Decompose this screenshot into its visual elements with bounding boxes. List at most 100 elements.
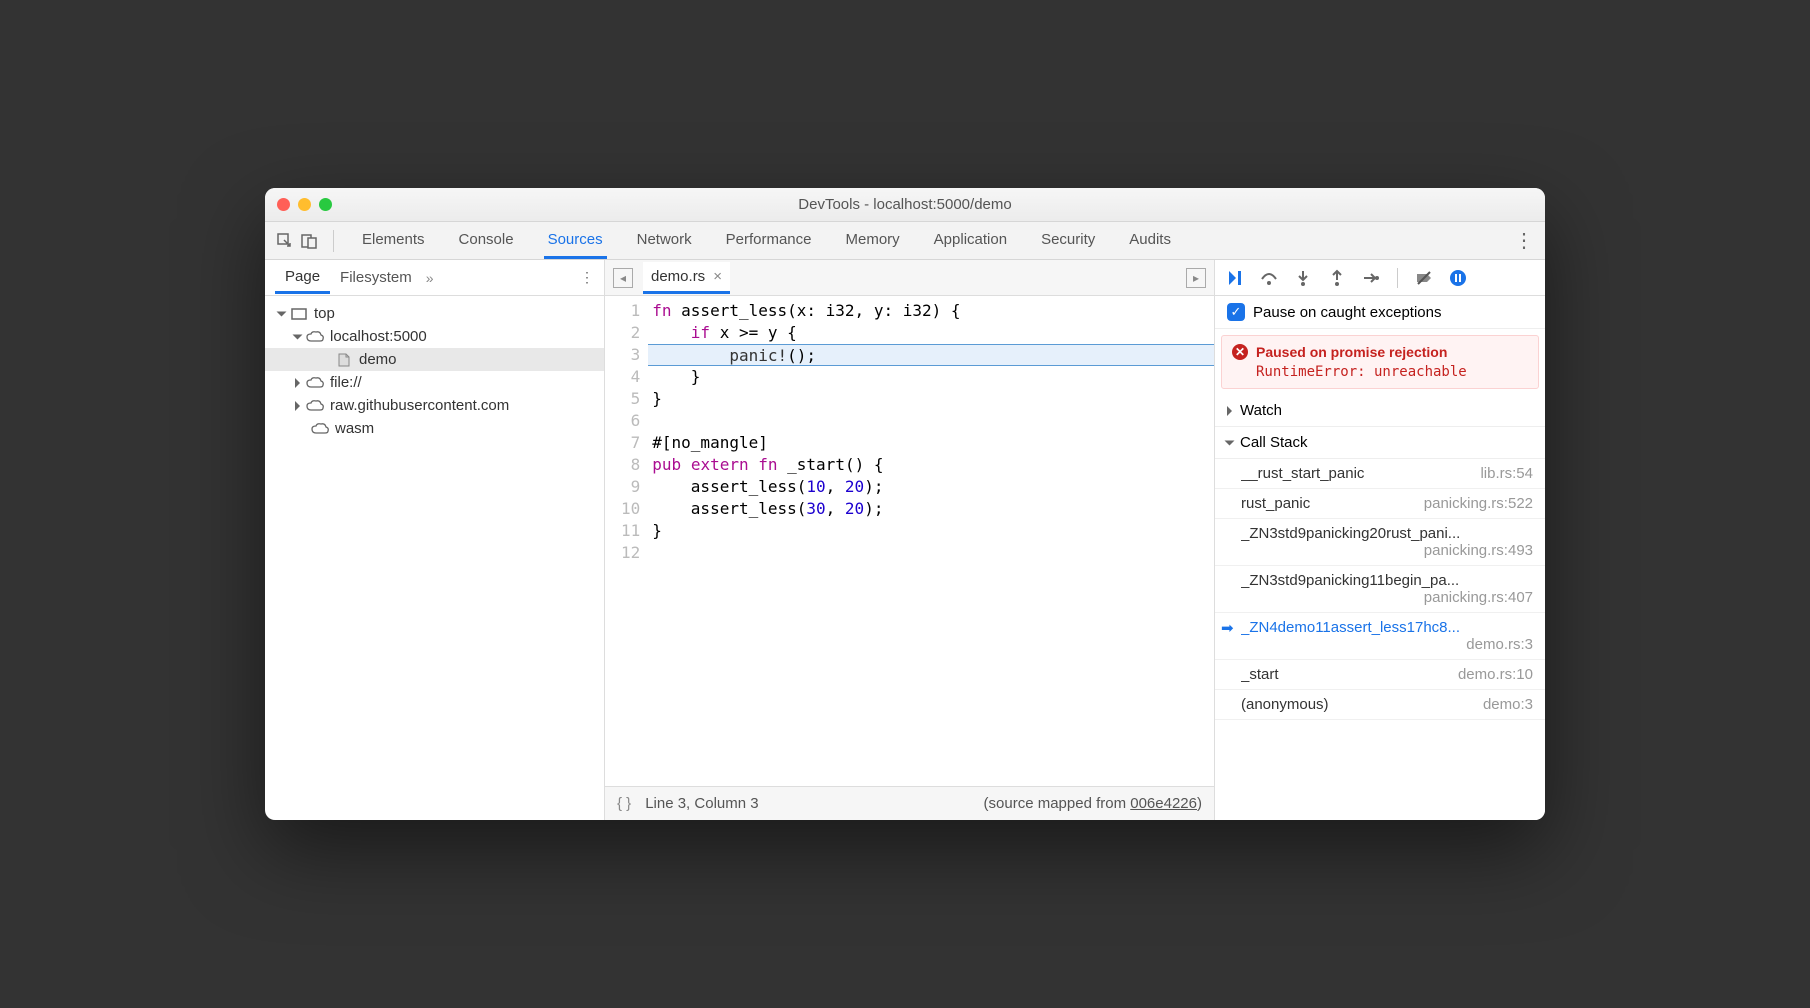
tab-application[interactable]: Application [930,223,1011,259]
tree-top[interactable]: top [265,302,604,325]
code-line: panic!(); [648,344,1214,366]
close-tab-icon[interactable]: × [713,268,722,285]
cloud-icon [311,422,329,436]
tab-performance[interactable]: Performance [722,223,816,259]
sources-sidebar: Page Filesystem » ⋮ top localhost:5000 [265,260,605,820]
code-line: } [648,520,1214,542]
cursor-position: Line 3, Column 3 [645,795,758,812]
inspect-icon[interactable] [275,231,295,251]
callstack-frame[interactable]: _ZN4demo11assert_less17hc8...demo.rs:3 [1215,613,1545,660]
tree-label: demo [359,351,397,368]
tab-filesystem[interactable]: Filesystem [330,263,422,292]
tab-audits[interactable]: Audits [1125,223,1175,259]
callstack-label: Call Stack [1240,434,1308,451]
editor-tab-strip: ◂ demo.rs × ▸ [605,260,1214,296]
callstack-frame[interactable]: _startdemo.rs:10 [1215,660,1545,690]
tab-console[interactable]: Console [455,223,518,259]
debug-toolbar [1215,260,1545,296]
separator [333,230,334,252]
watch-section[interactable]: Watch [1215,395,1545,427]
file-tree: top localhost:5000 demo file:// [265,296,604,820]
nav-forward-icon[interactable]: ▸ [1186,268,1206,288]
window-titlebar: DevTools - localhost:5000/demo [265,188,1545,222]
pause-exceptions-icon[interactable] [1448,268,1468,288]
tree-label: raw.githubusercontent.com [330,397,509,414]
separator [1397,268,1398,288]
main-toolbar: Elements Console Sources Network Performance… [265,222,1545,260]
callstack-frame[interactable]: _ZN3std9panicking11begin_pa...panicking.… [1215,566,1545,613]
file-icon [335,353,353,367]
code-line: fn assert_less(x: i32, y: i32) { [648,300,1214,322]
paused-detail: RuntimeError: unreachable [1256,364,1528,380]
device-toggle-icon[interactable] [299,231,319,251]
code-line: } [648,366,1214,388]
panel-tabs: Elements Console Sources Network Performance… [358,223,1510,259]
tree-wasm[interactable]: wasm [265,417,604,440]
callstack-frame[interactable]: (anonymous)demo:3 [1215,690,1545,720]
devtools-window: DevTools - localhost:5000/demo Elements C… [265,188,1545,820]
pause-on-caught-row[interactable]: ✓ Pause on caught exceptions [1215,296,1545,329]
step-out-icon[interactable] [1327,268,1347,288]
cloud-icon [306,399,324,413]
source-map-link[interactable]: 006e4226 [1130,795,1197,812]
tab-network[interactable]: Network [633,223,696,259]
resume-icon[interactable] [1225,268,1245,288]
window-title: DevTools - localhost:5000/demo [265,196,1545,213]
pretty-print-icon[interactable]: { } [617,795,631,812]
debugger-pane: ✓ Pause on caught exceptions ✕ Paused on … [1215,260,1545,820]
source-map-info: (source mapped from 006e4226) [984,795,1202,812]
code-line: if x >= y { [648,322,1214,344]
tree-label: localhost:5000 [330,328,427,345]
tab-memory[interactable]: Memory [842,223,904,259]
editor-pane: ◂ demo.rs × ▸ 123456789101112 fn assert_… [605,260,1215,820]
tree-label: file:// [330,374,362,391]
watch-label: Watch [1240,402,1282,419]
pause-on-caught-label: Pause on caught exceptions [1253,304,1441,321]
tree-label: top [314,305,335,322]
tree-label: wasm [335,420,374,437]
line-gutter: 123456789101112 [605,296,648,786]
tree-file-scheme[interactable]: file:// [265,371,604,394]
tree-host[interactable]: localhost:5000 [265,325,604,348]
tree-raw-github[interactable]: raw.githubusercontent.com [265,394,604,417]
callstack-frame[interactable]: rust_panicpanicking.rs:522 [1215,489,1545,519]
frame-icon [290,307,308,321]
more-tabs-icon[interactable]: » [426,270,434,286]
code-line: pub extern fn _start() { [648,454,1214,476]
code-line [648,542,1214,564]
code-line: assert_less(30, 20); [648,498,1214,520]
callstack-section[interactable]: Call Stack [1215,427,1545,459]
more-menu-icon[interactable]: ⋮ [1514,228,1535,253]
code-line: assert_less(10, 20); [648,476,1214,498]
checkbox-icon[interactable]: ✓ [1227,303,1245,321]
sidebar-more-icon[interactable]: ⋮ [580,269,594,286]
code-line: } [648,388,1214,410]
step-icon[interactable] [1361,268,1381,288]
code-line: #[no_mangle] [648,432,1214,454]
body: Page Filesystem » ⋮ top localhost:5000 [265,260,1545,820]
code-line [648,410,1214,432]
sidebar-tab-strip: Page Filesystem » ⋮ [265,260,604,296]
step-over-icon[interactable] [1259,268,1279,288]
callstack-list: __rust_start_paniclib.rs:54rust_panicpan… [1215,459,1545,820]
tree-file-demo[interactable]: demo [265,348,604,371]
tab-page[interactable]: Page [275,262,330,294]
cloud-icon [306,376,324,390]
cloud-icon [306,330,324,344]
callstack-frame[interactable]: _ZN3std9panicking20rust_pani...panicking… [1215,519,1545,566]
paused-banner: ✕ Paused on promise rejection RuntimeErro… [1221,335,1539,389]
file-tab-label: demo.rs [651,268,705,285]
callstack-frame[interactable]: __rust_start_paniclib.rs:54 [1215,459,1545,489]
code-area[interactable]: 123456789101112 fn assert_less(x: i32, y… [605,296,1214,786]
nav-back-icon[interactable]: ◂ [613,268,633,288]
code-lines: fn assert_less(x: i32, y: i32) { if x >=… [648,296,1214,786]
step-into-icon[interactable] [1293,268,1313,288]
paused-title: Paused on promise rejection [1256,344,1447,360]
tab-elements[interactable]: Elements [358,223,429,259]
file-tab-demo[interactable]: demo.rs × [643,262,730,294]
tab-sources[interactable]: Sources [544,223,607,259]
editor-status-bar: { } Line 3, Column 3 (source mapped from… [605,786,1214,820]
tab-security[interactable]: Security [1037,223,1099,259]
error-icon: ✕ [1232,344,1248,360]
deactivate-breakpoints-icon[interactable] [1414,268,1434,288]
